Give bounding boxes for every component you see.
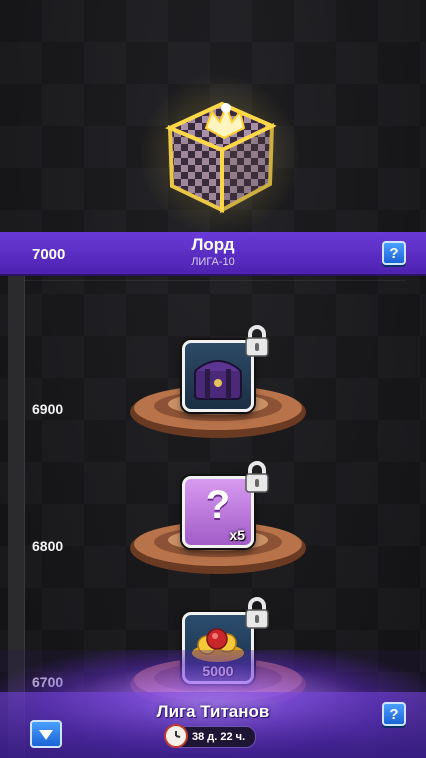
- track-divider: [24, 280, 406, 281]
- milestone-score: 6800: [32, 538, 64, 554]
- league-name: Лорд: [191, 235, 235, 254]
- next-league-name: Лига Титанов: [156, 702, 270, 721]
- season-timer: 38 д. 22 ч.: [164, 724, 257, 748]
- arrow-down-icon: [39, 730, 53, 740]
- league-header-bar: 7000 Лорд ЛИГА-10 ?: [0, 232, 426, 274]
- league-help-button[interactable]: ?: [382, 241, 406, 265]
- lock-icon: [245, 461, 269, 493]
- reward-label: x5: [229, 527, 245, 543]
- lock-icon: [245, 597, 269, 629]
- lock-icon: [245, 325, 269, 357]
- next-league-help-button[interactable]: ?: [382, 702, 406, 726]
- milestone-score: 6900: [32, 401, 64, 417]
- league-tier: ЛИГА-10: [191, 256, 235, 268]
- scroll-down-button[interactable]: [30, 720, 62, 748]
- clock-icon: [164, 724, 188, 748]
- league-chest-icon[interactable]: [160, 88, 278, 216]
- season-timer-text: 38 д. 22 ч.: [192, 731, 246, 743]
